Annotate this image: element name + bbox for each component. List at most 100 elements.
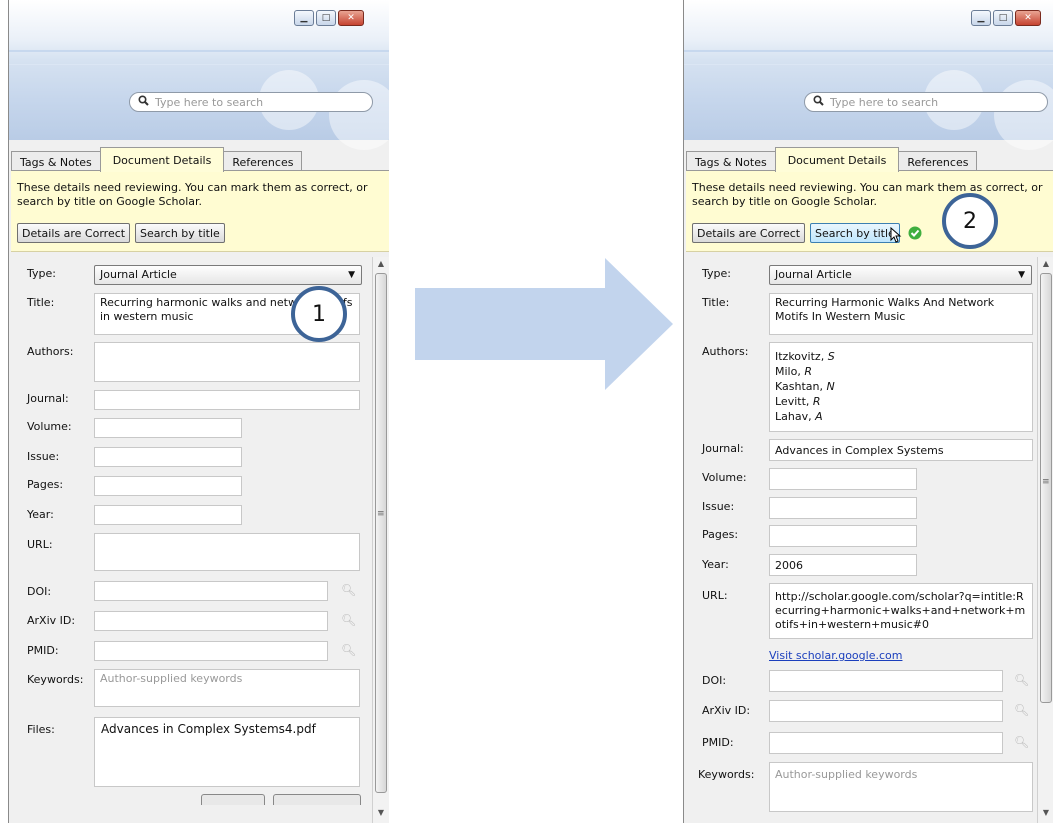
- search-input[interactable]: [828, 94, 1012, 110]
- authors-field[interactable]: [94, 342, 360, 382]
- details-form: Type: Journal Article ▼ Title: Recurring…: [11, 259, 371, 823]
- authors-field[interactable]: Itzkovitz, S Milo, R Kashtan, N Levitt, …: [769, 342, 1033, 432]
- pmid-label: PMID:: [27, 644, 59, 657]
- visit-scholar-link[interactable]: Visit scholar.google.com: [769, 649, 902, 662]
- doi-field[interactable]: [94, 581, 328, 601]
- tab-document-details[interactable]: Document Details: [774, 147, 900, 172]
- tab-references[interactable]: References: [223, 151, 303, 172]
- type-select[interactable]: Journal Article ▼: [769, 265, 1032, 285]
- title-field[interactable]: Recurring Harmonic Walks And Network Mot…: [769, 293, 1033, 335]
- scroll-thumb[interactable]: [375, 273, 387, 793]
- pmid-field[interactable]: [94, 641, 328, 661]
- keywords-field[interactable]: Author-supplied keywords: [769, 762, 1033, 812]
- success-check-icon: [908, 226, 922, 243]
- type-value: Journal Article: [100, 268, 177, 281]
- pmid-lookup-icon[interactable]: 🔍︎: [341, 643, 356, 657]
- dropdown-arrow-icon: ▼: [1018, 270, 1025, 280]
- vertical-scrollbar[interactable]: ▲ ≡ ▼: [1037, 257, 1053, 823]
- details-correct-button[interactable]: Details are Correct: [17, 223, 131, 243]
- tab-document-details[interactable]: Document Details: [99, 147, 225, 172]
- scroll-up-icon[interactable]: ▲: [373, 259, 389, 268]
- journal-field[interactable]: Advances in Complex Systems: [769, 439, 1033, 461]
- doi-label: DOI:: [27, 585, 52, 598]
- search-input[interactable]: [153, 94, 337, 110]
- url-label: URL:: [27, 538, 53, 551]
- review-banner: These details need reviewing. You can ma…: [686, 171, 1053, 252]
- scroll-thumb[interactable]: [1040, 273, 1052, 703]
- pages-label: Pages:: [27, 478, 64, 491]
- review-message: These details need reviewing. You can ma…: [17, 181, 368, 208]
- issue-field[interactable]: [94, 447, 242, 467]
- scroll-down-icon[interactable]: ▼: [1038, 808, 1053, 817]
- tab-references[interactable]: References: [898, 151, 978, 172]
- tab-content: These details need reviewing. You can ma…: [11, 170, 389, 823]
- file-add-button[interactable]: [201, 794, 265, 805]
- year-field[interactable]: [94, 505, 242, 525]
- url-field[interactable]: http://scholar.google.com/scholar?q=inti…: [769, 583, 1033, 639]
- pages-field[interactable]: [94, 476, 242, 496]
- maximize-button[interactable]: □: [993, 10, 1013, 26]
- window-controls: ▁ □ ✕: [971, 10, 1041, 26]
- doi-lookup-icon[interactable]: 🔍︎: [341, 583, 356, 597]
- doi-label: DOI:: [702, 674, 727, 687]
- url-field[interactable]: [94, 533, 360, 571]
- tab-tags-notes[interactable]: Tags & Notes: [686, 151, 776, 172]
- arxiv-field[interactable]: [94, 611, 328, 631]
- search-box[interactable]: [129, 92, 373, 112]
- author-entry[interactable]: Milo, R: [775, 364, 1027, 379]
- volume-field[interactable]: [94, 418, 242, 438]
- dropdown-arrow-icon: ▼: [348, 270, 355, 280]
- author-entry[interactable]: Itzkovitz, S: [775, 349, 1027, 364]
- arxiv-lookup-icon[interactable]: 🔍︎: [1014, 703, 1029, 717]
- issue-field[interactable]: [769, 497, 917, 519]
- doi-field[interactable]: [769, 670, 1003, 692]
- author-entry[interactable]: Levitt, R: [775, 394, 1027, 409]
- arxiv-field[interactable]: [769, 700, 1003, 722]
- keywords-field[interactable]: Author-supplied keywords: [94, 669, 360, 707]
- minimize-button[interactable]: ▁: [294, 10, 314, 26]
- year-label: Year:: [702, 558, 729, 571]
- minimize-button[interactable]: ▁: [971, 10, 991, 26]
- volume-field[interactable]: [769, 468, 917, 490]
- pages-field[interactable]: [769, 525, 917, 547]
- files-list[interactable]: Advances in Complex Systems4.pdf: [94, 717, 360, 787]
- search-box[interactable]: [804, 92, 1048, 112]
- pmid-field[interactable]: [769, 732, 1003, 754]
- arxiv-label: ArXiv ID:: [27, 614, 76, 627]
- close-button[interactable]: ✕: [1015, 10, 1041, 26]
- document-details-panel-before: ▁ □ ✕ Tags & Notes Document Details Refe…: [8, 0, 389, 823]
- tab-tags-notes[interactable]: Tags & Notes: [11, 151, 101, 172]
- authors-label: Authors:: [27, 345, 74, 358]
- arxiv-lookup-icon[interactable]: 🔍︎: [341, 613, 356, 627]
- type-value: Journal Article: [775, 268, 852, 281]
- journal-label: Journal:: [702, 442, 744, 455]
- author-entry[interactable]: Lahav, A: [775, 409, 1027, 424]
- journal-field[interactable]: [94, 390, 360, 410]
- close-button[interactable]: ✕: [338, 10, 364, 26]
- scroll-down-icon[interactable]: ▼: [373, 808, 389, 817]
- vertical-scrollbar[interactable]: ▲ ≡ ▼: [372, 257, 389, 823]
- file-remove-button[interactable]: [273, 794, 361, 805]
- type-label: Type:: [27, 267, 56, 280]
- tab-content: These details need reviewing. You can ma…: [686, 170, 1053, 823]
- files-label: Files:: [27, 723, 55, 736]
- file-item[interactable]: Advances in Complex Systems4.pdf: [101, 722, 316, 736]
- transition-arrow-icon: [415, 258, 673, 390]
- details-correct-button[interactable]: Details are Correct: [692, 223, 806, 243]
- search-by-title-button[interactable]: Search by title: [810, 223, 900, 243]
- maximize-button[interactable]: □: [316, 10, 336, 26]
- search-by-title-button[interactable]: Search by title: [135, 223, 225, 243]
- year-label: Year:: [27, 508, 54, 521]
- type-select[interactable]: Journal Article ▼: [94, 265, 362, 285]
- scroll-up-icon[interactable]: ▲: [1038, 259, 1053, 268]
- pmid-lookup-icon[interactable]: 🔍︎: [1014, 735, 1029, 749]
- keywords-label: Keywords:: [27, 673, 84, 686]
- doi-lookup-icon[interactable]: 🔍︎: [1014, 673, 1029, 687]
- volume-label: Volume:: [702, 471, 747, 484]
- author-entry[interactable]: Kashtan, N: [775, 379, 1027, 394]
- pmid-label: PMID:: [702, 736, 734, 749]
- year-field[interactable]: 2006: [769, 554, 917, 576]
- url-label: URL:: [702, 589, 728, 602]
- step-marker: 1: [291, 286, 347, 342]
- arxiv-label: ArXiv ID:: [702, 704, 751, 717]
